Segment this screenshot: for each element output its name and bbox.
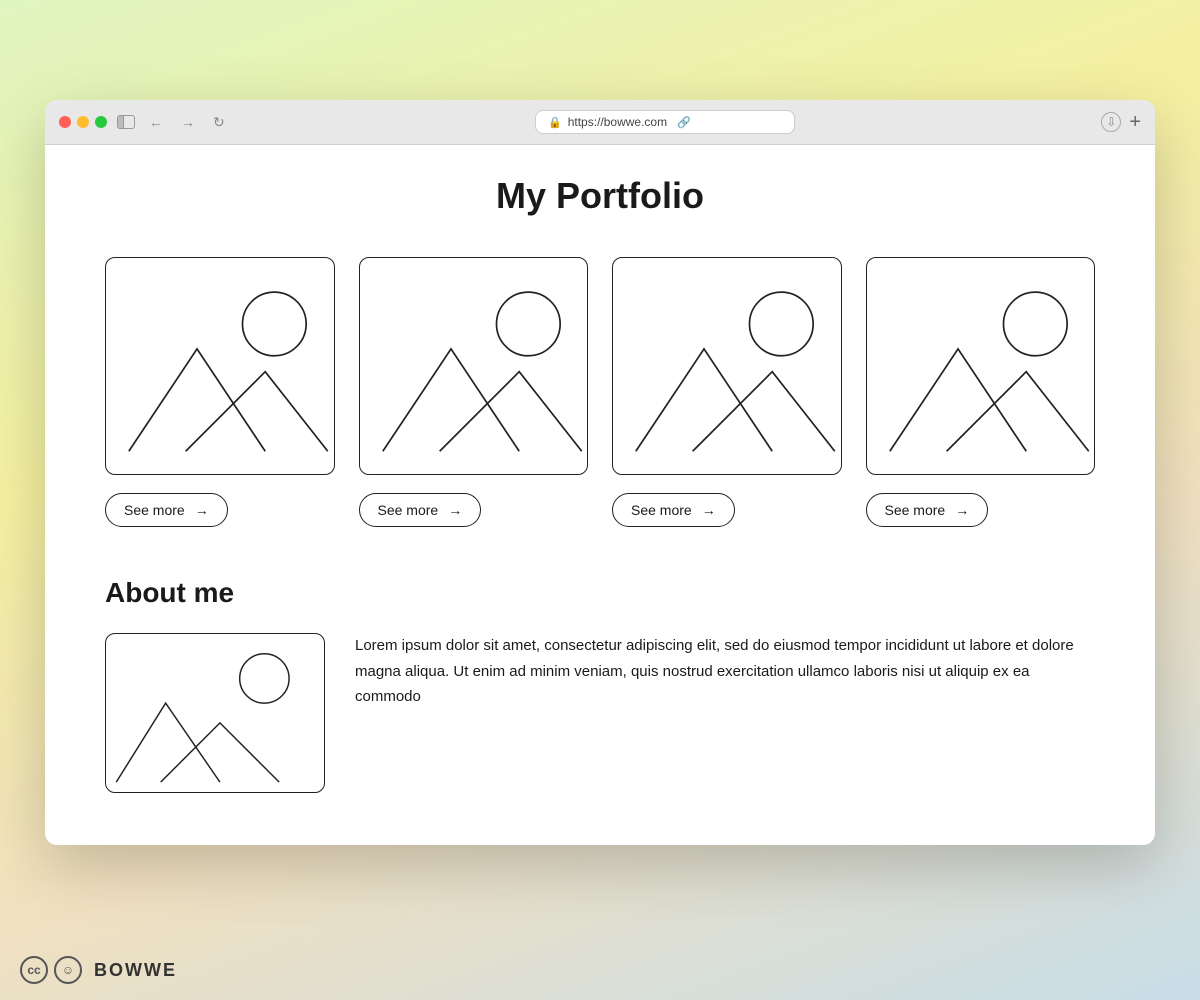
see-more-label-3: See more xyxy=(631,502,692,518)
traffic-light-maximize[interactable] xyxy=(95,116,107,128)
arrow-icon-2: → xyxy=(448,502,462,518)
download-button[interactable]: ⇩ xyxy=(1101,112,1121,132)
arrow-icon-3: → xyxy=(702,502,716,518)
portfolio-item-1: See more → xyxy=(105,257,335,527)
traffic-lights xyxy=(59,116,107,128)
about-title: About me xyxy=(105,577,1095,609)
about-body-text: Lorem ipsum dolor sit amet, consectetur … xyxy=(355,633,1095,710)
browser-chrome: ← → ↻ 🔒 https://bowwe.com 🔗 ⇩ + xyxy=(45,100,1155,145)
browser-window: ← → ↻ 🔒 https://bowwe.com 🔗 ⇩ + My Portf… xyxy=(45,100,1155,845)
person-icon: ☺ xyxy=(54,956,82,984)
traffic-light-minimize[interactable] xyxy=(77,116,89,128)
arrow-icon-1: → xyxy=(195,502,209,518)
cc-badge: cc ☺ xyxy=(20,956,82,984)
browser-content: My Portfolio See more → xyxy=(45,145,1155,845)
back-button[interactable]: ← xyxy=(145,112,167,132)
arrow-icon-4: → xyxy=(955,502,969,518)
address-bar-wrapper: 🔒 https://bowwe.com 🔗 xyxy=(239,110,1092,134)
bottom-bar: cc ☺ BOWWE xyxy=(0,940,1200,1000)
portfolio-item-2: See more → xyxy=(359,257,589,527)
link-icon: 🔗 xyxy=(677,116,691,129)
see-more-label-1: See more xyxy=(124,502,185,518)
creative-commons-icon: cc xyxy=(20,956,48,984)
browser-right-buttons: ⇩ + xyxy=(1101,112,1141,132)
forward-button[interactable]: → xyxy=(177,112,199,132)
see-more-button-3[interactable]: See more → xyxy=(612,493,735,527)
portfolio-image-1 xyxy=(105,257,335,475)
sidebar-toggle-button[interactable] xyxy=(117,115,135,129)
see-more-button-2[interactable]: See more → xyxy=(359,493,482,527)
about-content: Lorem ipsum dolor sit amet, consectetur … xyxy=(105,633,1095,793)
bowwe-logo: BOWWE xyxy=(94,960,177,981)
url-text: https://bowwe.com xyxy=(568,115,667,129)
portfolio-image-3 xyxy=(612,257,842,475)
page-title: My Portfolio xyxy=(105,175,1095,217)
lock-icon: 🔒 xyxy=(548,116,562,129)
portfolio-item-3: See more → xyxy=(612,257,842,527)
address-bar[interactable]: 🔒 https://bowwe.com 🔗 xyxy=(535,110,795,134)
portfolio-image-2 xyxy=(359,257,589,475)
see-more-label-4: See more xyxy=(885,502,946,518)
see-more-button-1[interactable]: See more → xyxy=(105,493,228,527)
about-section: About me Lorem ipsum dolor sit amet, con… xyxy=(105,557,1095,793)
traffic-light-close[interactable] xyxy=(59,116,71,128)
see-more-button-4[interactable]: See more → xyxy=(866,493,989,527)
new-tab-button[interactable]: + xyxy=(1129,112,1141,132)
see-more-label-2: See more xyxy=(378,502,439,518)
about-image xyxy=(105,633,325,793)
portfolio-item-4: See more → xyxy=(866,257,1096,527)
reload-button[interactable]: ↻ xyxy=(209,112,229,133)
portfolio-grid: See more → See more → xyxy=(105,257,1095,527)
portfolio-image-4 xyxy=(866,257,1096,475)
